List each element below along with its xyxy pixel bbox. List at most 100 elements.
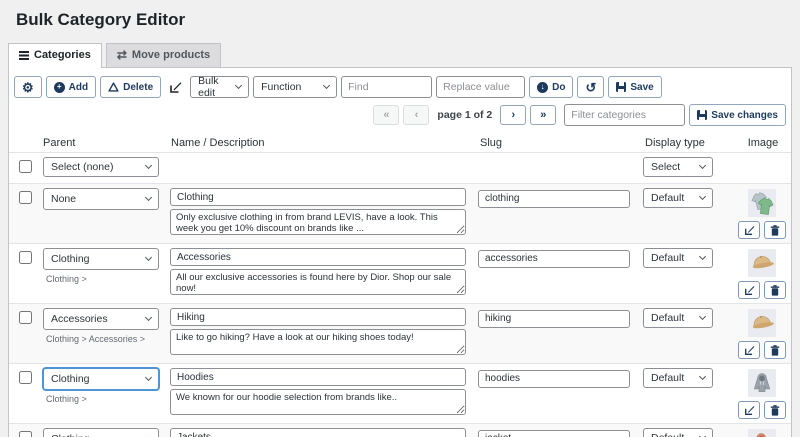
page-status: page 1 of 2	[437, 109, 492, 121]
display-type-select[interactable]: Default	[643, 368, 713, 388]
settings-button[interactable]: ⚙	[14, 76, 42, 98]
category-name-input[interactable]	[170, 308, 466, 326]
save-button[interactable]: Save	[608, 76, 661, 98]
shirts-image	[749, 190, 775, 216]
chevron-down-icon	[699, 193, 706, 200]
edit-mode-button[interactable]	[169, 81, 182, 94]
function-select[interactable]: Function	[253, 76, 337, 98]
find-input[interactable]	[341, 76, 432, 98]
last-page-button[interactable]: »	[530, 105, 556, 125]
delete-category-button[interactable]	[764, 221, 786, 239]
delete-button[interactable]: Delete	[100, 76, 161, 98]
display-type-value: Default	[651, 312, 684, 324]
table-row: Clothing Clothing > All our exclusive ac…	[9, 243, 791, 303]
next-page-button[interactable]: ›	[500, 105, 526, 125]
edit-category-button[interactable]	[738, 221, 760, 239]
table-row: Accessories Clothing > Accessories > Lik…	[9, 303, 791, 363]
select-all-checkbox[interactable]	[19, 160, 32, 173]
prev-page-button[interactable]: ‹	[403, 105, 429, 125]
add-button[interactable]: + Add	[46, 76, 96, 98]
header-slug: Slug	[478, 137, 643, 149]
do-arrow-icon: ↓	[537, 82, 548, 93]
undo-button[interactable]: ↺	[577, 76, 604, 98]
filter-display-type-select[interactable]: Select	[643, 157, 713, 177]
parent-select[interactable]: Clothing	[43, 248, 159, 270]
trash-icon	[770, 225, 780, 236]
display-type-value: Default	[651, 372, 684, 384]
display-type-select[interactable]: Default	[643, 188, 713, 208]
save-button-label: Save	[630, 82, 653, 93]
row-checkbox[interactable]	[19, 371, 32, 384]
trash-icon	[770, 285, 780, 296]
category-image-hoodie-red[interactable]	[748, 429, 776, 437]
category-path: Clothing >	[46, 394, 169, 404]
category-description-textarea[interactable]: We known for our hoodie selection from b…	[170, 389, 466, 415]
list-icon	[19, 51, 29, 60]
pagination-bar: « ‹ page 1 of 2 › » Save changes	[9, 104, 791, 133]
parent-select[interactable]: Clothing	[43, 368, 159, 390]
cap-image	[749, 310, 775, 336]
edit-category-button[interactable]	[738, 341, 760, 359]
category-path: Clothing >	[46, 274, 169, 284]
page-title: Bulk Category Editor	[0, 0, 800, 30]
recycle-icon	[108, 82, 119, 93]
parent-select[interactable]: Accessories	[43, 308, 159, 330]
display-type-select[interactable]: Default	[643, 248, 713, 268]
display-type-select[interactable]: Default	[643, 308, 713, 328]
slug-input[interactable]	[478, 250, 630, 268]
table-row: Clothing Clothing > See our Jacket brand…	[9, 423, 791, 437]
first-page-button[interactable]: «	[373, 105, 399, 125]
row-checkbox[interactable]	[19, 251, 32, 264]
save-disk-icon	[616, 82, 626, 92]
category-name-input[interactable]	[170, 248, 466, 266]
parent-select[interactable]: None	[43, 188, 159, 210]
display-type-value: Default	[651, 432, 684, 437]
category-description-textarea[interactable]: Only exclusive clothing in from brand LE…	[170, 209, 466, 235]
row-checkbox[interactable]	[19, 431, 32, 437]
category-name-input[interactable]	[170, 368, 466, 386]
category-image-cap[interactable]	[748, 309, 776, 337]
do-button[interactable]: ↓ Do	[529, 76, 573, 98]
filter-categories-input[interactable]	[564, 104, 685, 126]
category-description-textarea[interactable]: Like to go hiking? Have a look at our hi…	[170, 329, 466, 355]
table-row: Clothing Clothing > We known for our hoo…	[9, 363, 791, 423]
header-display-type: Display type	[643, 137, 733, 149]
category-name-input[interactable]	[170, 188, 466, 206]
slug-input[interactable]	[478, 310, 630, 328]
table-row: None Only exclusive clothing in from bra…	[9, 183, 791, 243]
row-checkbox[interactable]	[19, 191, 32, 204]
chevron-down-icon	[699, 433, 706, 437]
bulk-edit-select[interactable]: Bulk edit	[190, 76, 249, 98]
edit-category-button[interactable]	[738, 401, 760, 419]
delete-category-button[interactable]	[764, 401, 786, 419]
chevron-down-icon	[145, 162, 152, 169]
display-type-select[interactable]: Default	[643, 428, 713, 437]
tab-categories[interactable]: Categories	[8, 43, 102, 68]
category-image-cap[interactable]	[748, 249, 776, 277]
table-header: Parent Name / Description Slug Display t…	[9, 133, 791, 152]
edit-category-button[interactable]	[738, 281, 760, 299]
chevron-down-icon	[323, 82, 330, 89]
row-checkbox[interactable]	[19, 311, 32, 324]
chevron-down-icon	[699, 373, 706, 380]
slug-input[interactable]	[478, 370, 630, 388]
add-icon: +	[54, 82, 65, 93]
slug-input[interactable]	[478, 190, 630, 208]
undo-icon: ↺	[585, 81, 596, 94]
category-image-hoodie-gray[interactable]	[748, 369, 776, 397]
delete-category-button[interactable]	[764, 341, 786, 359]
filter-parent-value: Select (none)	[51, 161, 113, 173]
chevron-down-icon	[699, 313, 706, 320]
tab-categories-label: Categories	[34, 49, 91, 61]
save-changes-button[interactable]: Save changes	[689, 104, 786, 126]
parent-select[interactable]: Clothing	[43, 428, 159, 437]
filter-parent-select[interactable]: Select (none)	[43, 157, 159, 177]
category-name-input[interactable]	[170, 428, 466, 437]
tab-move-products[interactable]: ⇄ Move products	[106, 43, 221, 67]
edit-pencil-icon	[744, 285, 755, 296]
delete-category-button[interactable]	[764, 281, 786, 299]
category-description-textarea[interactable]: All our exclusive accessories is found h…	[170, 269, 466, 295]
category-image-shirts[interactable]	[748, 189, 776, 217]
slug-input[interactable]	[478, 430, 630, 437]
replace-input[interactable]	[436, 76, 525, 98]
